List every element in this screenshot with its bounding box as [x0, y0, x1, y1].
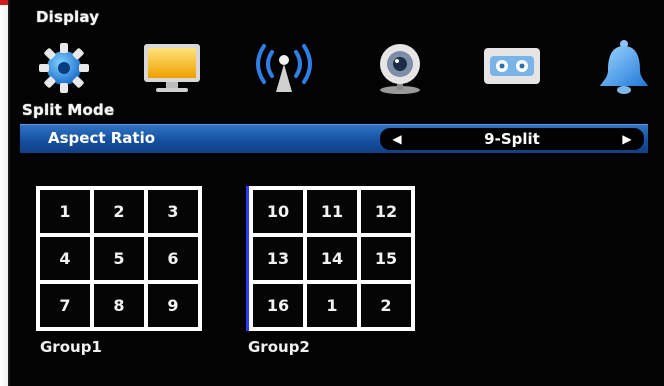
dvr-screen: Display Split Mode Aspect Ratio ◀ 9-Spli…	[8, 0, 664, 386]
split-mode-title: Split Mode	[22, 101, 115, 119]
grid-cell[interactable]: 1	[307, 284, 357, 327]
grid-cell[interactable]: 16	[253, 284, 303, 327]
grid-cell[interactable]: 8	[94, 284, 144, 327]
grid-cell[interactable]: 12	[361, 190, 411, 233]
aspect-ratio-selector[interactable]: ◀ 9-Split ▶	[380, 128, 644, 150]
split-grid-group1: 1 2 3 4 5 6 7 8 9	[36, 186, 202, 331]
group2-label: Group2	[248, 338, 310, 356]
grid-cell[interactable]: 4	[40, 237, 90, 280]
arrow-left-icon[interactable]: ◀	[388, 131, 406, 147]
grid-cell[interactable]: 2	[94, 190, 144, 233]
aspect-ratio-label: Aspect Ratio	[48, 129, 156, 147]
grid-cell[interactable]: 15	[361, 237, 411, 280]
grid-cell[interactable]: 6	[148, 237, 198, 280]
arrow-right-icon[interactable]: ▶	[618, 131, 636, 147]
page-title: Display	[36, 8, 100, 26]
grid-cell[interactable]: 10	[253, 190, 303, 233]
grid-cell[interactable]: 2	[361, 284, 411, 327]
webcam-icon[interactable]	[368, 38, 432, 96]
group1-label: Group1	[40, 338, 102, 356]
window-edge	[0, 0, 8, 386]
grid-cell[interactable]: 7	[40, 284, 90, 327]
grid-cell[interactable]: 14	[307, 237, 357, 280]
antenna-icon[interactable]	[252, 38, 316, 96]
grid-cell[interactable]: 1	[40, 190, 90, 233]
aspect-ratio-row[interactable]: Aspect Ratio ◀ 9-Split ▶	[20, 124, 648, 153]
grid-cell[interactable]: 11	[307, 190, 357, 233]
grid-cell[interactable]: 13	[253, 237, 303, 280]
gear-icon[interactable]	[32, 38, 96, 96]
grid-cell[interactable]: 9	[148, 284, 198, 327]
grid-cell[interactable]: 5	[94, 237, 144, 280]
recorder-icon[interactable]	[480, 38, 544, 96]
menu-icon-row	[28, 38, 664, 100]
bell-icon[interactable]	[592, 38, 656, 96]
grid-cell[interactable]: 3	[148, 190, 198, 233]
monitor-icon[interactable]	[140, 38, 204, 96]
split-grid-group2: 10 11 12 13 14 15 16 1 2	[246, 186, 415, 331]
aspect-ratio-value: 9-Split	[484, 130, 540, 148]
